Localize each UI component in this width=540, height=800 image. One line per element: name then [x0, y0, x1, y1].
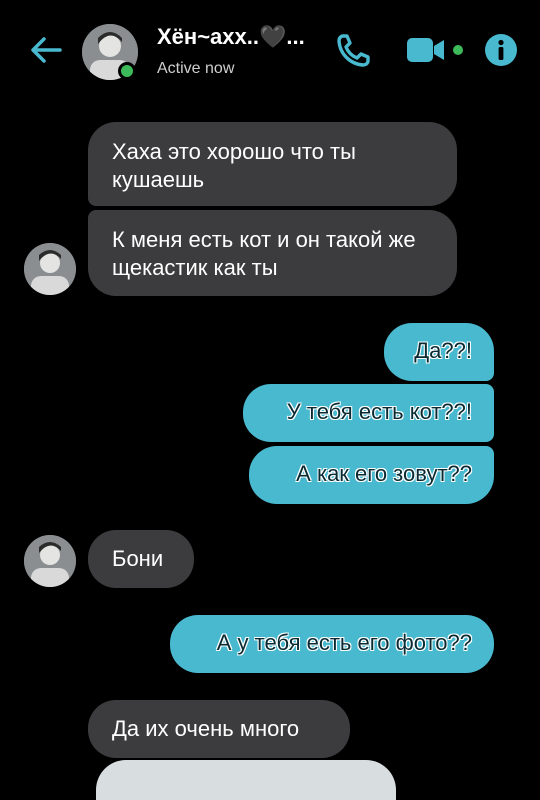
sender-avatar[interactable] — [24, 535, 76, 587]
sender-avatar[interactable] — [24, 243, 76, 295]
outgoing-message[interactable]: А как его зовут?? — [249, 446, 494, 504]
video-camera-icon[interactable] — [404, 30, 468, 70]
back-arrow-icon[interactable] — [26, 30, 66, 70]
incoming-message[interactable]: Хаха это хорошо что ты кушаешь — [88, 122, 457, 206]
contact-name[interactable]: Хён~ахх..🖤... — [157, 24, 305, 50]
incoming-message[interactable]: Бони — [88, 530, 194, 588]
outgoing-message[interactable]: А у тебя есть его фото?? — [170, 615, 494, 673]
incoming-message[interactable]: К меня есть кот и он такой же щекастик к… — [88, 210, 457, 296]
phone-icon[interactable] — [334, 30, 374, 70]
chat-header: Хён~ахх..🖤... Active now — [0, 0, 540, 100]
info-icon[interactable] — [484, 33, 518, 67]
outgoing-message[interactable]: У тебя есть кот??! — [243, 384, 494, 442]
active-status: Active now — [157, 60, 235, 77]
photo-attachment-preview[interactable] — [96, 760, 396, 800]
incoming-message[interactable]: Да их очень много — [88, 700, 350, 758]
outgoing-message[interactable]: Да??! — [384, 323, 494, 381]
online-status-dot — [118, 62, 136, 80]
